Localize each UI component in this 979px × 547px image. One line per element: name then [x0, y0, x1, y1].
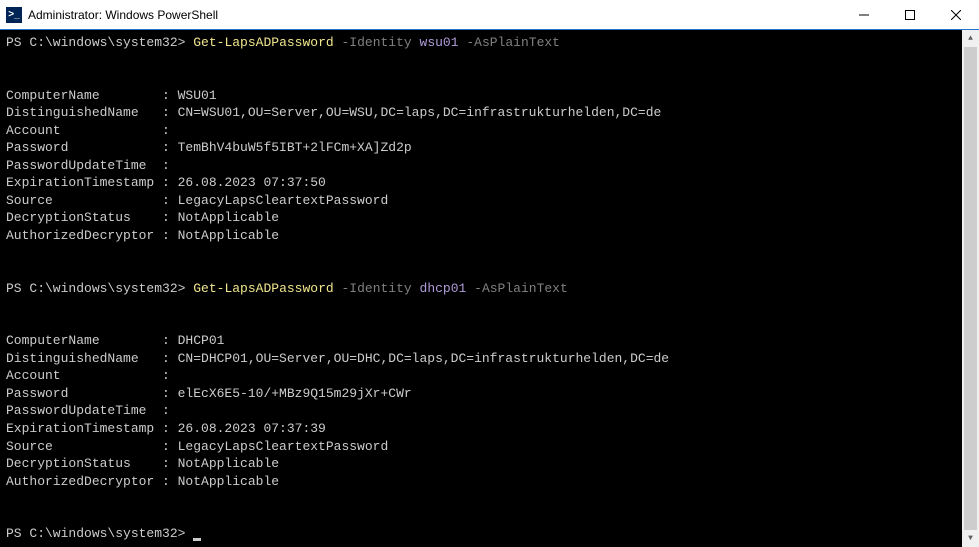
maximize-button[interactable]: [887, 0, 933, 29]
output-line: ExpirationTimestamp : 26.08.2023 07:37:5…: [6, 175, 326, 190]
output-line: ExpirationTimestamp : 26.08.2023 07:37:3…: [6, 421, 326, 436]
terminal-container: PS C:\windows\system32> Get-LapsADPasswo…: [0, 30, 979, 547]
cmdlet: Get-LapsADPassword: [193, 281, 333, 296]
powershell-icon: >_: [6, 7, 22, 23]
output-line: Password : elEcX6E5-10/+MBz9Q15m29jXr+CW…: [6, 386, 412, 401]
output-line: PasswordUpdateTime :: [6, 403, 178, 418]
param: -AsPlainText: [466, 35, 560, 50]
window-title: Administrator: Windows PowerShell: [28, 8, 841, 22]
output-line: Account :: [6, 368, 178, 383]
prompt: PS C:\windows\system32>: [6, 526, 185, 541]
scroll-track[interactable]: [962, 47, 979, 530]
output-line: DistinguishedName : CN=WSU01,OU=Server,O…: [6, 105, 661, 120]
terminal-output[interactable]: PS C:\windows\system32> Get-LapsADPasswo…: [0, 30, 962, 547]
output-line: Source : LegacyLapsCleartextPassword: [6, 439, 388, 454]
minimize-icon: [859, 10, 869, 20]
output-line: Account :: [6, 123, 178, 138]
output-line: DistinguishedName : CN=DHCP01,OU=Server,…: [6, 351, 669, 366]
param: -Identity: [342, 35, 412, 50]
output-line: DecryptionStatus : NotApplicable: [6, 456, 279, 471]
output-line: Password : TemBhV4buW5f5IBT+2lFCm+XA]Zd2…: [6, 140, 412, 155]
close-button[interactable]: [933, 0, 979, 29]
output-line: ComputerName : WSU01: [6, 88, 217, 103]
maximize-icon: [905, 10, 915, 20]
param: -Identity: [342, 281, 412, 296]
output-line: DecryptionStatus : NotApplicable: [6, 210, 279, 225]
prompt: PS C:\windows\system32>: [6, 35, 185, 50]
close-icon: [951, 10, 961, 20]
prompt: PS C:\windows\system32>: [6, 281, 185, 296]
cursor: [193, 538, 201, 541]
scroll-down-arrow[interactable]: ▼: [962, 530, 979, 547]
param: -AsPlainText: [474, 281, 568, 296]
scroll-thumb[interactable]: [964, 47, 977, 530]
minimize-button[interactable]: [841, 0, 887, 29]
param-value: wsu01: [420, 35, 459, 50]
window-controls: [841, 0, 979, 29]
vertical-scrollbar[interactable]: ▲ ▼: [962, 30, 979, 547]
cmdlet: Get-LapsADPassword: [193, 35, 333, 50]
window-titlebar: >_ Administrator: Windows PowerShell: [0, 0, 979, 30]
output-line: AuthorizedDecryptor : NotApplicable: [6, 474, 279, 489]
output-line: AuthorizedDecryptor : NotApplicable: [6, 228, 279, 243]
output-line: PasswordUpdateTime :: [6, 158, 178, 173]
scroll-up-arrow[interactable]: ▲: [962, 30, 979, 47]
output-line: Source : LegacyLapsCleartextPassword: [6, 193, 388, 208]
output-line: ComputerName : DHCP01: [6, 333, 224, 348]
param-value: dhcp01: [420, 281, 467, 296]
